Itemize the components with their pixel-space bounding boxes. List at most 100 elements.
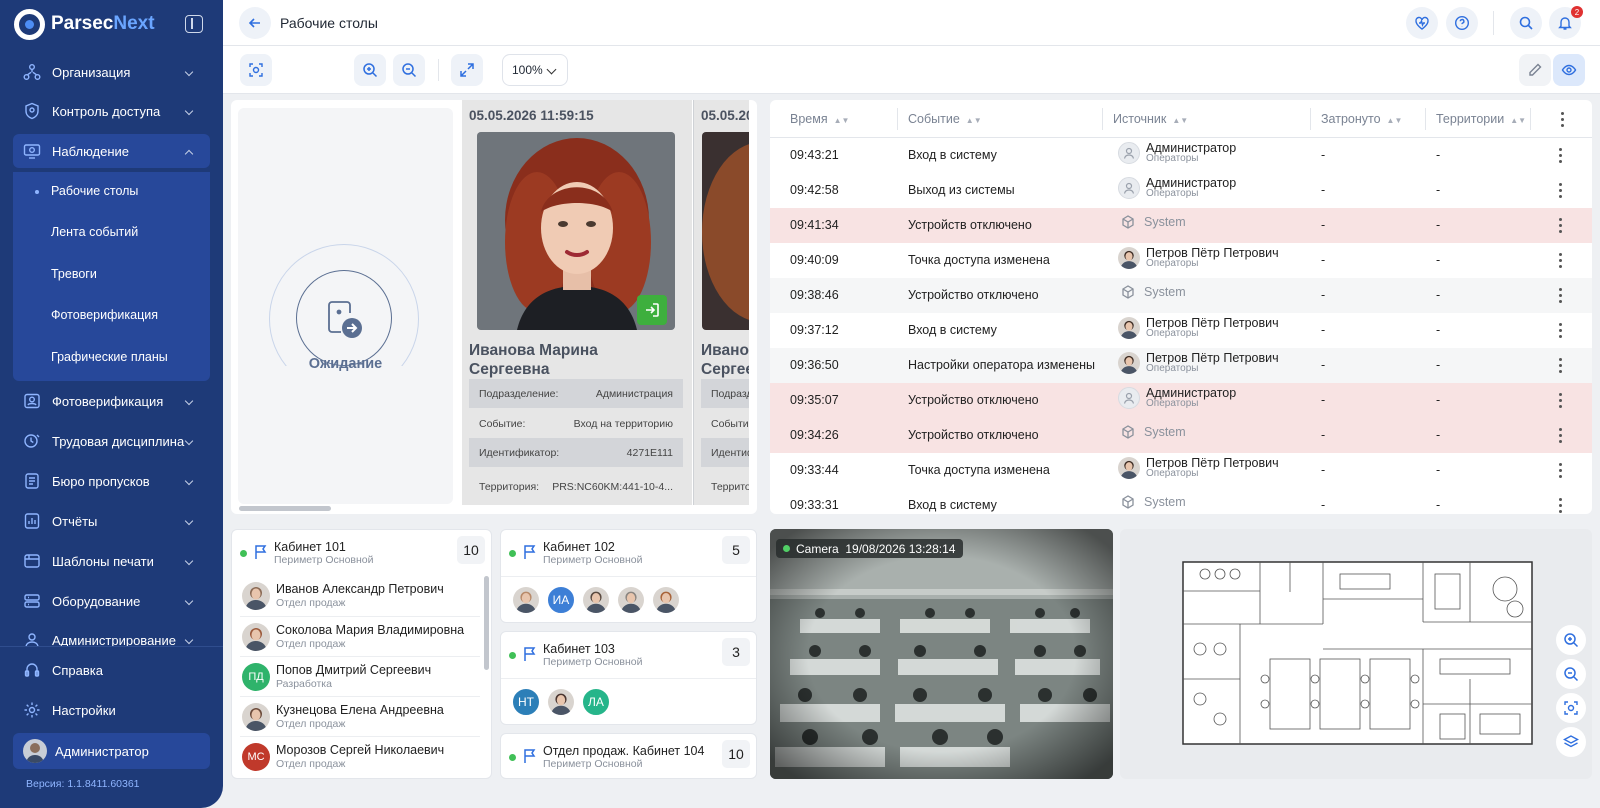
avatar[interactable]: ЛА: [581, 687, 611, 717]
columns-menu-icon[interactable]: [1561, 112, 1564, 127]
edit-button[interactable]: [1519, 54, 1551, 86]
plan-fit-button[interactable]: [1556, 693, 1586, 723]
avatar[interactable]: [651, 585, 681, 615]
list-item[interactable]: Кузнецова Елена Андреевна Отдел продаж: [240, 696, 480, 737]
help-button[interactable]: [1446, 7, 1478, 39]
sidebar-item-monitoring[interactable]: Наблюдение: [13, 134, 210, 168]
back-button[interactable]: [239, 7, 271, 39]
current-user[interactable]: Администратор: [13, 733, 210, 769]
table-row[interactable]: 09:42:58 Выход из системы Администратор Опе…: [770, 173, 1592, 208]
list-item[interactable]: Соколова Мария Владимировна Отдел продаж: [240, 616, 480, 657]
person-card[interactable]: 05.05.2026 Иванова Марина Сергеевна Подр…: [694, 100, 749, 505]
search-button[interactable]: [1510, 7, 1542, 39]
view-mode-button[interactable]: [1553, 54, 1585, 86]
camera-view[interactable]: Camera 19/08/2026 13:28:14: [770, 529, 1113, 779]
notifications-button[interactable]: 2: [1549, 6, 1583, 39]
avatar[interactable]: [546, 687, 576, 717]
horizontal-scrollbar[interactable]: [239, 506, 331, 511]
event-name: Настройки оператора изменены: [908, 358, 1095, 372]
floor-plan-view[interactable]: [1120, 529, 1592, 779]
sidebar-item-organization[interactable]: Организация: [13, 55, 210, 89]
event-source[interactable]: System: [1118, 282, 1186, 302]
event-source[interactable]: Петров Пётр Петрович Операторы: [1118, 457, 1279, 479]
sidebar-item-help[interactable]: Справка: [13, 653, 210, 687]
list-item[interactable]: Иванов Александр Петрович Отдел продаж: [240, 576, 480, 617]
avatar[interactable]: НТ: [511, 687, 541, 717]
row-menu-icon[interactable]: [1559, 253, 1562, 268]
sidebar-item-access-control[interactable]: Контроль доступа: [13, 94, 210, 128]
event-source[interactable]: System: [1118, 212, 1186, 232]
row-menu-icon[interactable]: [1559, 498, 1562, 513]
table-row[interactable]: 09:43:21 Вход в систему Администратор Опера…: [770, 138, 1592, 173]
row-menu-icon[interactable]: [1559, 428, 1562, 443]
vertical-scrollbar[interactable]: [484, 576, 489, 670]
submenu-item-photo-verification[interactable]: Фотоверификация: [51, 308, 158, 322]
event-source[interactable]: Администратор Операторы: [1118, 142, 1236, 164]
event-source[interactable]: System: [1118, 492, 1186, 512]
room-widget-103[interactable]: Кабинет 103 Периметр Основной 3 НТ ЛА: [500, 631, 757, 725]
collapse-sidebar-icon[interactable]: [185, 15, 203, 33]
column-affected[interactable]: Затронуто ▲▼: [1321, 112, 1402, 126]
row-menu-icon[interactable]: [1559, 463, 1562, 478]
list-item[interactable]: МС Морозов Сергей Николаевич Отдел продаж: [240, 736, 480, 777]
plan-layers-button[interactable]: [1556, 727, 1586, 757]
table-row[interactable]: 09:41:34 Устройств отключено System - -: [770, 208, 1592, 243]
room-widget-104[interactable]: Отдел продаж. Кабинет 104 Периметр Основ…: [500, 733, 757, 779]
table-row[interactable]: 09:38:46 Устройство отключено System - -: [770, 278, 1592, 313]
row-menu-icon[interactable]: [1559, 288, 1562, 303]
table-row[interactable]: 09:34:26 Устройство отключено System - -: [770, 418, 1592, 453]
avatar[interactable]: ИА: [546, 585, 576, 615]
column-territories[interactable]: Территории ▲▼: [1436, 112, 1526, 126]
row-menu-icon[interactable]: [1559, 218, 1562, 233]
fit-view-button[interactable]: [240, 54, 272, 86]
table-row[interactable]: 09:37:12 Вход в систему Петров Пётр Петров…: [770, 313, 1592, 348]
sidebar-item-hardware[interactable]: Оборудование: [13, 584, 210, 618]
room-widget-101[interactable]: Кабинет 101 Периметр Основной 10 Иванов …: [231, 529, 492, 779]
sidebar-item-reports[interactable]: Отчёты: [13, 504, 210, 538]
table-row[interactable]: 09:33:44 Точка доступа изменена Петров Пёт…: [770, 453, 1592, 488]
submenu-item-event-feed[interactable]: Лента событий: [51, 225, 138, 239]
plan-zoom-in-button[interactable]: [1556, 625, 1586, 655]
plan-zoom-out-button[interactable]: [1556, 659, 1586, 689]
column-time[interactable]: Время ▲▼: [790, 112, 849, 126]
table-row[interactable]: 09:36:50 Настройки оператора изменены Петр…: [770, 348, 1592, 383]
event-source[interactable]: Петров Пётр Петрович Операторы: [1118, 352, 1279, 374]
event-source[interactable]: Администратор Операторы: [1118, 177, 1236, 199]
room-widget-102[interactable]: Кабинет 102 Периметр Основной 5 ИА: [500, 529, 757, 623]
event-source[interactable]: Администратор Операторы: [1118, 387, 1236, 409]
sidebar-item-pass-office[interactable]: Бюро пропусков: [13, 464, 210, 498]
zoom-out-button[interactable]: [393, 54, 425, 86]
sidebar-item-settings[interactable]: Настройки: [13, 693, 210, 727]
event-source[interactable]: System: [1118, 422, 1186, 442]
table-row[interactable]: 09:33:31 Вход в систему System - -: [770, 488, 1592, 514]
column-source[interactable]: Источник ▲▼: [1113, 112, 1188, 126]
avatar[interactable]: [581, 585, 611, 615]
avatar[interactable]: [616, 585, 646, 615]
favorites-button[interactable]: [1406, 7, 1438, 39]
row-menu-icon[interactable]: [1559, 358, 1562, 373]
row-menu-icon[interactable]: [1559, 323, 1562, 338]
zoom-select[interactable]: 100%: [502, 54, 568, 86]
sidebar-item-administration[interactable]: Администрирование: [13, 624, 210, 646]
flag-icon: [524, 647, 536, 661]
fullscreen-button[interactable]: [451, 54, 483, 86]
zoom-in-button[interactable]: [354, 54, 386, 86]
event-source[interactable]: Петров Пётр Петрович Операторы: [1118, 317, 1279, 339]
avatar[interactable]: [511, 585, 541, 615]
row-menu-icon[interactable]: [1559, 183, 1562, 198]
column-event[interactable]: Событие ▲▼: [908, 112, 982, 126]
row-menu-icon[interactable]: [1559, 393, 1562, 408]
sidebar-item-work-discipline[interactable]: Трудовая дисциплина: [13, 424, 210, 458]
submenu-item-alarms[interactable]: Тревоги: [51, 267, 97, 281]
person-card[interactable]: 05.05.2026 11:59:15 Иванова Марина Серге…: [462, 100, 692, 505]
event-source[interactable]: Петров Пётр Петрович Операторы: [1118, 247, 1279, 269]
list-item[interactable]: ПД Попов Дмитрий Сергеевич Разработка: [240, 656, 480, 697]
table-row[interactable]: 09:35:07 Устройство отключено Администрато…: [770, 383, 1592, 418]
submenu-item-workspaces[interactable]: Рабочие столы: [34, 184, 138, 198]
logo[interactable]: ParsecNext: [14, 8, 155, 40]
submenu-item-floor-plans[interactable]: Графические планы: [51, 350, 168, 364]
row-menu-icon[interactable]: [1559, 148, 1562, 163]
sidebar-item-print-templates[interactable]: Шаблоны печати: [13, 544, 210, 578]
sidebar-item-photo-verification[interactable]: Фотоверификация: [13, 384, 210, 418]
table-row[interactable]: 09:40:09 Точка доступа изменена Петров Пёт…: [770, 243, 1592, 278]
